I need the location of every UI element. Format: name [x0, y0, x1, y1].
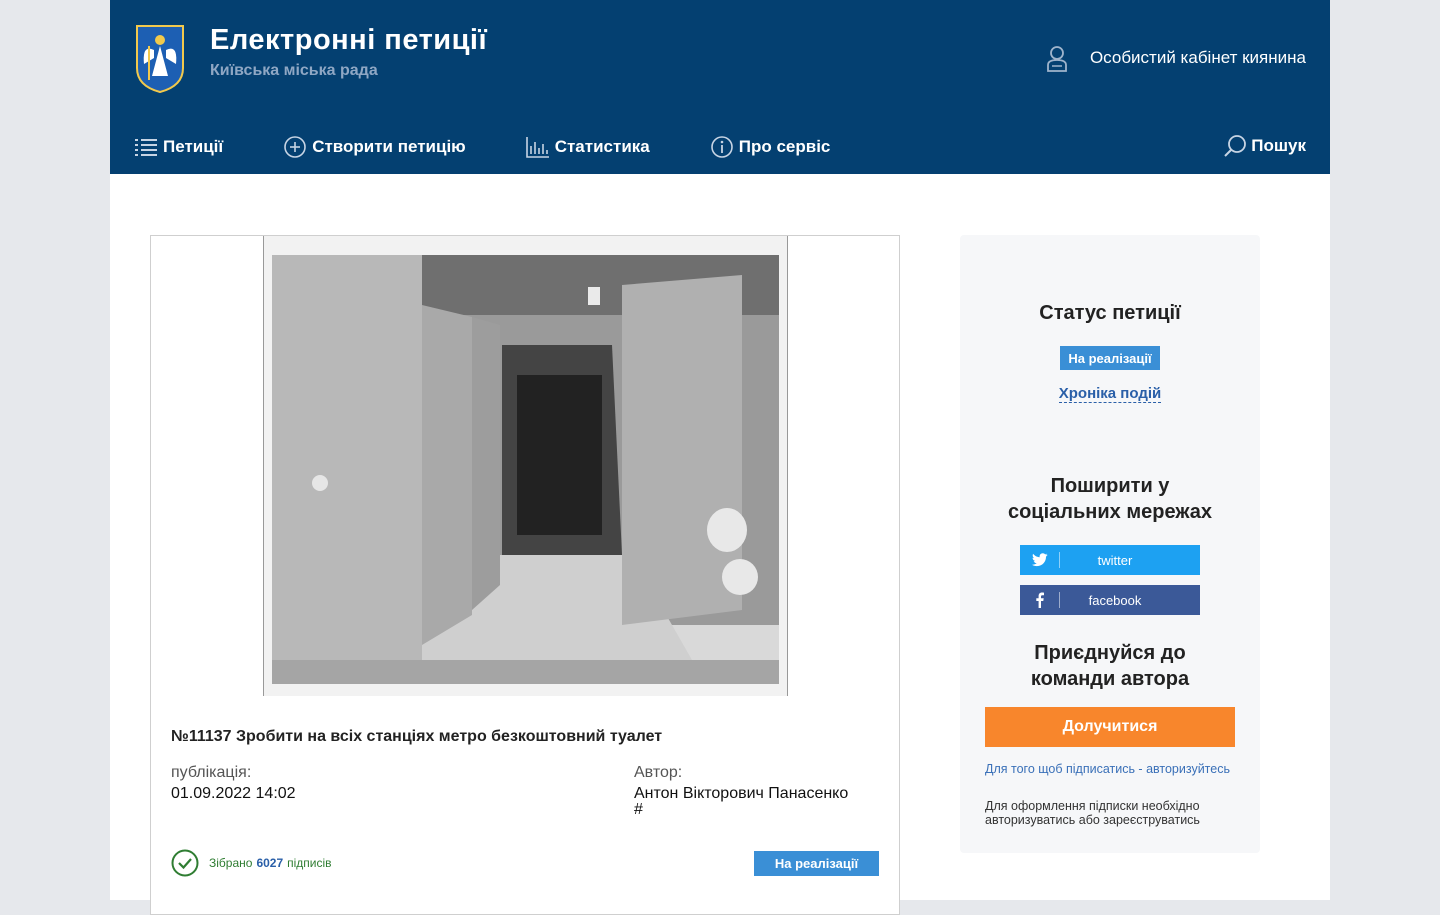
bar-chart-icon	[525, 137, 549, 158]
twitter-share-button[interactable]: twitter	[1020, 545, 1200, 575]
personal-cabinet-link[interactable]: Особистий кабінет киянина	[1046, 44, 1306, 72]
published-label: публікація:	[171, 764, 252, 781]
collected-prefix: Зібрано	[209, 856, 253, 870]
nav-about-label: Про сервіс	[738, 137, 831, 156]
register-note: Для оформлення підписки необхідно автори…	[985, 799, 1200, 827]
status-heading: Статус петиції	[1039, 302, 1181, 324]
join-heading-line2: команди автора	[1030, 668, 1190, 690]
collected-suffix: підписів	[287, 856, 332, 870]
facebook-icon	[1036, 592, 1044, 608]
kyiv-coat-of-arms-logo[interactable]	[134, 24, 186, 94]
nav-statistics[interactable]: Статистика	[525, 136, 650, 158]
page: Електронні петиції Київська міська рада …	[110, 0, 1330, 915]
list-icon	[135, 139, 157, 156]
share-heading-line1: Поширити у	[1050, 475, 1170, 497]
twitter-label: twitter	[1097, 552, 1133, 568]
nav-petitions[interactable]: Петиції	[134, 137, 223, 157]
site-header: Електронні петиції Київська міська рада …	[110, 0, 1330, 174]
facebook-icon-box	[1020, 592, 1060, 608]
nav-create-petition[interactable]: Створити петицію	[283, 135, 466, 159]
check-circle-icon	[171, 849, 199, 877]
facebook-label: facebook	[1088, 592, 1142, 608]
author-label: Автор:	[634, 764, 683, 781]
site-subtitle: Київська міська рада	[210, 62, 378, 79]
auth-required-link[interactable]: Для того щоб підписатись - авторизуйтесь	[985, 762, 1235, 776]
sidebar: Статус петиції На реалізації Хроніка под…	[960, 235, 1260, 853]
join-heading-line1: Приєднуйся до	[1034, 642, 1186, 664]
nav-search[interactable]: Пошук	[1223, 134, 1306, 158]
plus-circle-icon	[284, 136, 306, 158]
sidebar-status-badge: На реалізації	[1060, 346, 1160, 370]
events-chronicle-link[interactable]: Хроніка подій	[1058, 385, 1162, 403]
status-badge: На реалізації	[754, 851, 879, 876]
collected-count: 6027	[256, 856, 284, 870]
nav-create-petition-label: Створити петицію	[312, 137, 466, 156]
join-button[interactable]: Долучитися	[985, 707, 1235, 747]
twitter-icon-box	[1020, 552, 1060, 568]
site-title[interactable]: Електронні петиції	[210, 24, 487, 57]
petition-image	[272, 255, 779, 684]
twitter-icon	[1031, 553, 1047, 567]
nav-statistics-label: Статистика	[554, 137, 650, 156]
petition-card: №11137 Зробити на всіх станціях метро бе…	[150, 235, 900, 915]
published-value: 01.09.2022 14:02	[171, 785, 296, 802]
author-extra: #	[634, 801, 643, 818]
nav-petitions-label: Петиції	[163, 137, 224, 156]
petition-image-frame	[263, 236, 788, 696]
user-icon	[1047, 46, 1067, 72]
share-heading-line2: соціальних мережах	[1007, 501, 1213, 523]
search-icon	[1224, 135, 1247, 157]
nav-about[interactable]: Про сервіс	[710, 135, 831, 159]
signatures-collected: Зібрано 6027 підписів	[171, 849, 332, 877]
author-value: Антон Вікторович Панасенко	[634, 785, 849, 802]
personal-cabinet-label: Особистий кабінет киянина	[1089, 48, 1306, 67]
facebook-share-button[interactable]: facebook	[1020, 585, 1200, 615]
nav-search-label: Пошук	[1251, 136, 1306, 155]
info-icon	[710, 136, 733, 158]
petition-title[interactable]: №11137 Зробити на всіх станціях метро бе…	[171, 728, 662, 746]
main-nav: Петиції Створити петицію Статистика Про …	[134, 132, 1306, 162]
events-chronicle: Хроніка подій	[960, 385, 1260, 403]
